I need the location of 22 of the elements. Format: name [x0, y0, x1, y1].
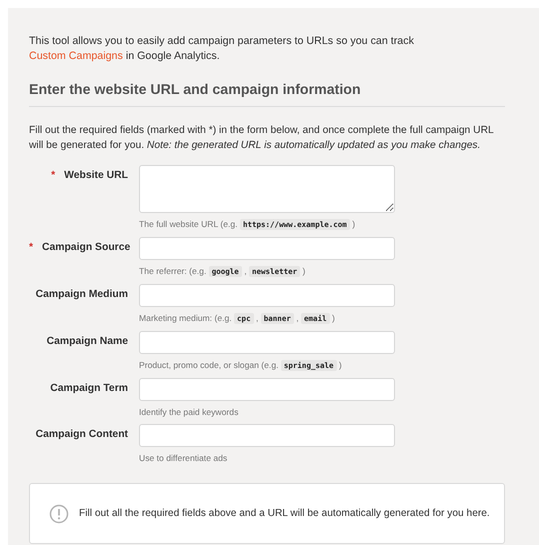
field-label: Campaign Name: [46, 336, 128, 347]
field-label: Campaign Term: [50, 383, 128, 394]
hint-text: Use to differentiate ads: [139, 452, 228, 465]
intro-text: This tool allows you to easily add campaign parameters to URLs so you can track Custom Campaigns in Google Analytics.: [29, 34, 415, 64]
field-label: Campaign Content: [36, 429, 128, 440]
input-field[interactable]: [139, 424, 395, 447]
notice-text: Fill out all the required fields above and a URL will be automatically generated for you here.: [79, 508, 490, 519]
field-label: Website URL: [64, 170, 128, 181]
input-field[interactable]: [139, 284, 395, 307]
field-label: Campaign Medium: [36, 289, 128, 300]
instructions-text: Fill out the required fields (marked with *) in the form below, and once complete the full campaign URL will be generated for you. Note: the generated URL is automatically updated as you make changes.: [29, 124, 494, 153]
input-field[interactable]: [139, 331, 395, 354]
info-icon: [49, 504, 69, 524]
section-heading: Enter the website URL and campaign information: [29, 82, 505, 107]
required-mark: *: [29, 242, 34, 253]
field-label: Campaign Source: [42, 242, 130, 253]
url-textarea[interactable]: [139, 165, 395, 213]
input-field[interactable]: [139, 237, 395, 260]
input-field[interactable]: [139, 378, 395, 401]
custom-campaigns-link[interactable]: Custom Campaigns: [29, 50, 123, 62]
required-mark: *: [51, 170, 56, 181]
hint-text: Identify the paid keywords: [139, 406, 240, 419]
